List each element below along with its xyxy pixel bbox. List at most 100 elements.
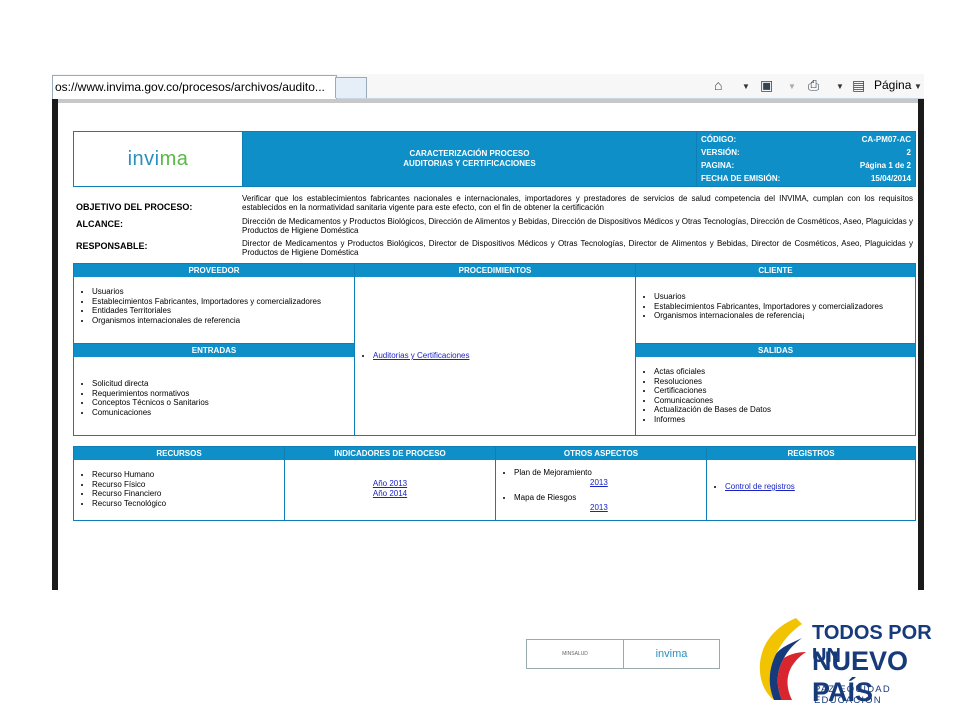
- indicadores-links: Año 2013 Año 2014: [285, 479, 495, 498]
- tab-bar: os://www.invima.gov.co/procesos/archivos…: [52, 74, 924, 99]
- resources-grid: RECURSOS Recurso Humano Recurso Físico R…: [73, 446, 916, 521]
- list-item: Certificaciones: [654, 386, 915, 396]
- indicadores-cell: INDICADORES DE PROCESO Año 2013 Año 2014: [284, 446, 496, 521]
- salidas-header: SALIDAS: [636, 343, 915, 357]
- salidas-list: Actas oficiales Resoluciones Certificaci…: [636, 367, 915, 435]
- invima-logo: invima: [127, 147, 189, 170]
- list-item: Organismos internacionales de referencia: [92, 316, 354, 326]
- list-item: Entidades Territoriales: [92, 306, 354, 316]
- list-item: Comunicaciones: [92, 408, 354, 418]
- gov-logo: TODOS POR UN NUEVO PAÍS PAZ EQUIDAD EDUC…: [752, 612, 952, 707]
- list-item: Organismos internacionales de referencia…: [654, 311, 915, 321]
- page-menu-button[interactable]: Página: [874, 78, 911, 92]
- otros-list: Plan de Mejoramiento: [496, 468, 706, 478]
- page-label: PAGINA:: [701, 161, 735, 170]
- minsalud-logo: MINSALUD: [527, 640, 624, 668]
- list-item: Comunicaciones: [654, 396, 915, 406]
- code-value: CA-PM07-AC: [861, 135, 911, 144]
- list-item: Resoluciones: [654, 377, 915, 387]
- plan-2013-link[interactable]: 2013: [590, 478, 608, 487]
- home-icon[interactable]: ⌂: [714, 77, 722, 93]
- invima-footer-logo: invima: [655, 648, 688, 660]
- page-value: Página 1 de 2: [859, 161, 911, 170]
- invima-logo-cell: invima: [73, 131, 243, 187]
- version-value: 2: [906, 148, 911, 157]
- registros-cell: REGISTROS Control de registros: [706, 446, 916, 521]
- date-row: FECHA DE EMISIÓN: 15/04/2014: [701, 172, 911, 185]
- otros-list-2: Mapa de Riesgos: [496, 493, 706, 503]
- mapa-2013-link[interactable]: 2013: [590, 503, 608, 512]
- frame-border-right: [918, 99, 924, 590]
- procedimientos-header: PROCEDIMIENTOS: [355, 264, 635, 277]
- cliente-header: CLIENTE: [636, 264, 915, 277]
- print-dropdown-icon[interactable]: ▼: [836, 82, 844, 91]
- list-item: Usuarios: [654, 292, 915, 302]
- proveedor-header: PROVEEDOR: [74, 264, 354, 277]
- page-icon[interactable]: ▤: [852, 77, 865, 94]
- date-value: 15/04/2014: [870, 174, 911, 183]
- entradas-header: ENTRADAS: [74, 343, 354, 357]
- entradas-list: Solicitud directa Requerimientos normati…: [74, 379, 354, 435]
- home-dropdown-icon[interactable]: ▼: [742, 82, 750, 91]
- responsable-label: RESPONSABLE:: [76, 241, 148, 251]
- page-row: PAGINA: Página 1 de 2: [701, 159, 911, 172]
- cliente-cell: CLIENTE Usuarios Establecimientos Fabric…: [635, 263, 916, 436]
- document-code-block: CÓDIGO: CA-PM07-AC VERSIÓN: 2 PAGINA: Págin…: [696, 131, 916, 187]
- date-label: FECHA DE EMISIÓN:: [701, 174, 781, 183]
- indicadores-header: INDICADORES DE PROCESO: [285, 447, 495, 460]
- list-item: Control de registros: [725, 482, 915, 492]
- cliente-list: Usuarios Establecimientos Fabricantes, I…: [636, 292, 915, 343]
- page-content: invima CARACTERIZACIÓN PROCESO AUDITORIA…: [58, 103, 918, 590]
- recursos-list: Recurso Humano Recurso Físico Recurso Fi…: [74, 470, 284, 508]
- list-item: Requerimientos normativos: [92, 389, 354, 399]
- recursos-cell: RECURSOS Recurso Humano Recurso Físico R…: [73, 446, 285, 521]
- document-title: CARACTERIZACIÓN PROCESO AUDITORIAS Y CER…: [242, 131, 697, 187]
- responsable-text: Director de Medicamentos y Productos Bio…: [242, 239, 913, 257]
- list-item: Conceptos Técnicos o Sanitarios: [92, 398, 354, 408]
- list-item: Recurso Humano: [92, 470, 284, 480]
- browser-window: os://www.invima.gov.co/procesos/archivos…: [52, 74, 924, 590]
- list-item: Actualización de Bases de Datos: [654, 405, 915, 415]
- indicador-2013-link[interactable]: Año 2013: [373, 479, 407, 488]
- colombia-flag-swoosh-icon: [759, 618, 806, 700]
- version-label: VERSIÓN:: [701, 148, 740, 157]
- new-tab-button[interactable]: [335, 77, 367, 98]
- proveedor-cell: PROVEEDOR Usuarios Establecimientos Fabr…: [73, 263, 355, 436]
- recursos-header: RECURSOS: [74, 447, 284, 460]
- auditorias-link[interactable]: Auditorias y Certificaciones: [373, 351, 469, 360]
- process-grid: PROVEEDOR Usuarios Establecimientos Fabr…: [73, 263, 916, 436]
- document-header: invima CARACTERIZACIÓN PROCESO AUDITORIA…: [73, 131, 916, 187]
- process-info: OBJETIVO DEL PROCESO: Verificar que los …: [73, 193, 916, 258]
- alcance-label: ALCANCE:: [76, 219, 123, 229]
- code-label: CÓDIGO:: [701, 135, 737, 144]
- characterization-document: invima CARACTERIZACIÓN PROCESO AUDITORIA…: [73, 131, 916, 521]
- gov-slogan-line-3: PAZ EQUIDAD EDUCACIÓN: [814, 684, 891, 706]
- browser-tab[interactable]: os://www.invima.gov.co/procesos/archivos…: [52, 75, 337, 99]
- alcance-text: Dirección de Medicamentos y Productos Bi…: [242, 217, 913, 235]
- control-registros-link[interactable]: Control de registros: [725, 482, 795, 491]
- list-item: Plan de Mejoramiento: [514, 468, 706, 478]
- print-icon[interactable]: ⎙: [808, 77, 819, 94]
- list-item: Recurso Físico: [92, 480, 284, 490]
- indicador-2014-link[interactable]: Año 2014: [373, 489, 407, 498]
- footer-logos-box: MINSALUD invima: [526, 639, 720, 669]
- title-line-2: AUDITORIAS Y CERTIFICACIONES: [403, 159, 536, 168]
- otros-cell: OTROS ASPECTOS Plan de Mejoramiento 2013…: [495, 446, 707, 521]
- otros-header: OTROS ASPECTOS: [496, 447, 706, 460]
- feeds-dropdown-icon[interactable]: ▼: [788, 82, 796, 91]
- list-item: Establecimientos Fabricantes, Importador…: [654, 302, 915, 312]
- list-item: Mapa de Riesgos: [514, 493, 706, 503]
- title-line-1: CARACTERIZACIÓN PROCESO: [409, 149, 530, 158]
- feeds-icon[interactable]: ▣: [760, 77, 773, 94]
- procedimientos-cell: PROCEDIMIENTOS Auditorias y Certificacio…: [354, 263, 636, 436]
- objetivo-text: Verificar que los establecimientos fabri…: [242, 194, 913, 212]
- list-item: Recurso Tecnológico: [92, 499, 284, 509]
- list-item: Informes: [654, 415, 915, 425]
- page-dropdown-icon[interactable]: ▼: [914, 82, 922, 91]
- list-item: Recurso Financiero: [92, 489, 284, 499]
- list-item: Actas oficiales: [654, 367, 915, 377]
- registros-list: Control de registros: [707, 482, 915, 492]
- list-item: Auditorias y Certificaciones: [373, 351, 635, 361]
- code-row: CÓDIGO: CA-PM07-AC: [701, 133, 911, 146]
- list-item: Establecimientos Fabricantes, Importador…: [92, 297, 354, 307]
